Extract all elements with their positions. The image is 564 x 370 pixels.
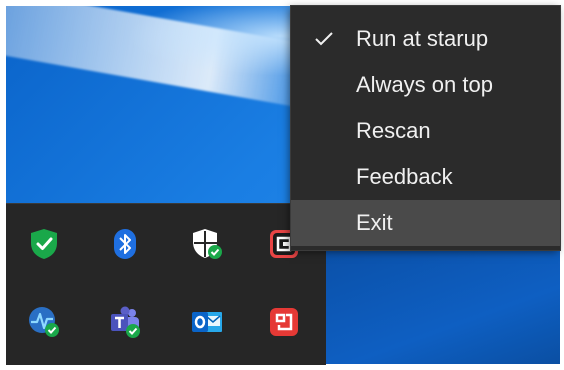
wallpaper-shadow-region [326,236,560,364]
tray-context-menu: Run at starup Always on top Rescan Feedb… [291,6,560,250]
menu-item-run-at-startup[interactable]: Run at starup [291,16,560,62]
network-health-icon[interactable] [26,304,62,340]
menu-item-label: Rescan [356,118,431,143]
checkmark-icon [313,28,335,50]
menu-item-label: Exit [356,210,393,235]
tray-overflow-panel [6,203,326,365]
outlook-icon[interactable] [189,304,225,340]
microsoft-teams-icon[interactable] [107,304,143,340]
menu-item-label: Always on top [356,72,493,97]
menu-item-exit[interactable]: Exit [291,200,560,246]
red-app-icon[interactable] [266,304,302,340]
menu-item-always-on-top[interactable]: Always on top [291,62,560,108]
defender-shield-icon[interactable] [189,226,225,262]
windows-security-icon[interactable] [26,226,62,262]
menu-item-rescan[interactable]: Rescan [291,108,560,154]
menu-item-feedback[interactable]: Feedback [291,154,560,200]
bluetooth-icon[interactable] [107,226,143,262]
menu-item-label: Run at starup [356,26,489,51]
menu-item-label: Feedback [356,164,453,189]
